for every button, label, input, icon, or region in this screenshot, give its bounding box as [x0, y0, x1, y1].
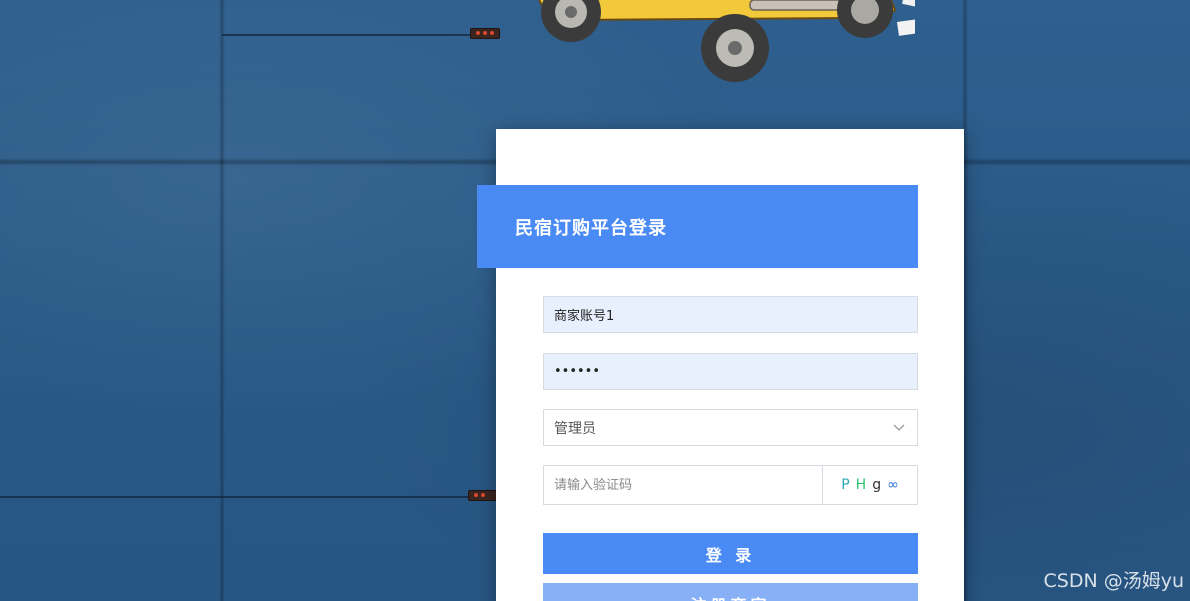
password-field[interactable] — [543, 353, 918, 390]
captcha-char: ∞ — [887, 477, 899, 493]
page-background: 民宿订购平台登录 管理员 P H g ∞ 登 录 注册商家 — [0, 0, 1190, 601]
role-select-value: 管理员 — [554, 420, 596, 437]
username-field[interactable] — [543, 296, 918, 333]
captcha-image[interactable]: P H g ∞ — [822, 466, 917, 504]
wallpaper-seam — [219, 0, 225, 601]
username-input[interactable] — [544, 297, 917, 332]
captcha-char: P — [841, 477, 850, 493]
captcha-input-wrap[interactable] — [544, 466, 822, 504]
wall-crack — [0, 496, 470, 498]
login-title-bar: 民宿订购平台登录 — [477, 185, 918, 268]
chevron-down-icon — [893, 424, 905, 431]
captcha-char: H — [855, 477, 867, 493]
login-title: 民宿订购平台登录 — [515, 217, 667, 239]
password-input[interactable] — [544, 354, 917, 389]
power-plug-decoration — [468, 490, 498, 501]
register-merchant-button[interactable]: 注册商家 — [543, 583, 918, 601]
role-select[interactable]: 管理员 — [543, 409, 918, 446]
yellow-car-illustration — [538, 0, 915, 82]
watermark: CSDN @汤姆yu — [1043, 570, 1185, 592]
wall-crack — [222, 34, 472, 36]
power-plug-decoration — [470, 28, 500, 39]
captcha-char: g — [872, 477, 882, 493]
login-button[interactable]: 登 录 — [543, 533, 918, 574]
login-card: 民宿订购平台登录 管理员 P H g ∞ 登 录 注册商家 — [477, 129, 964, 601]
captcha-input[interactable] — [544, 466, 822, 504]
captcha-field: P H g ∞ — [543, 465, 918, 505]
